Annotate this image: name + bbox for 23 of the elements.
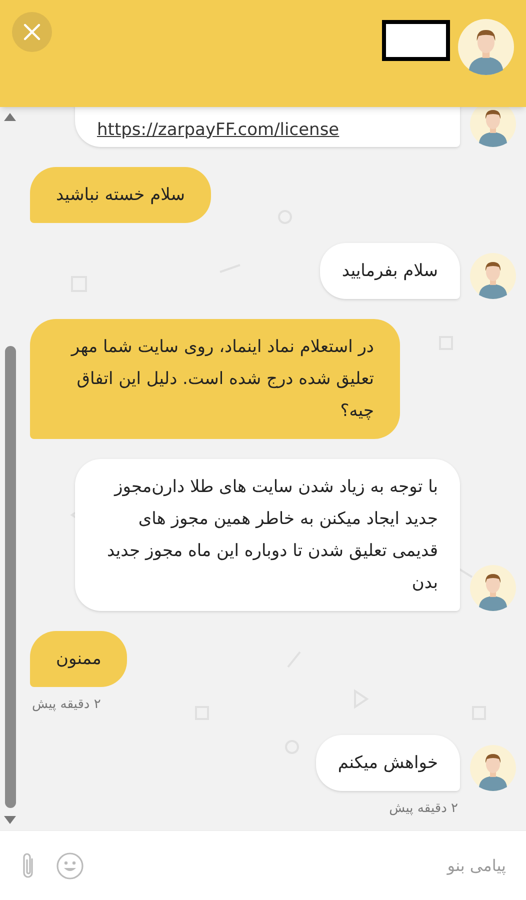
scroll-down-icon[interactable] [4, 816, 16, 824]
message-time: ۲ دقیقه پیش [31, 696, 101, 714]
smiley-icon[interactable] [56, 852, 84, 880]
agent-avatar [458, 19, 514, 75]
message-text: در استعلام نماد اینماد، روی سایت شما مهر تعلیق شده درج شده است. دلیل این اتفاق چیه؟ [30, 319, 400, 439]
scroll-up-icon[interactable] [4, 113, 16, 121]
message-time: ۲ دقیقه پیش [389, 800, 459, 818]
message-text: سلام بفرمایید [320, 243, 460, 299]
message-text: ممنون [30, 631, 128, 687]
message-text: سلام خسته نباشید [30, 167, 211, 223]
close-icon [23, 23, 41, 41]
license-link[interactable]: https://zarpayFF.com/license [97, 120, 340, 140]
agent-avatar [470, 565, 516, 611]
message-input[interactable]: پیامی بنو [104, 846, 506, 886]
message-text: خواهش میکنم [316, 734, 460, 790]
message-text: با توجه به زیاد شدن سایت های طلا دارن‌مجوز جدید ایجاد میکنن به خاطر همین مجوز های قدیمی تعلیق شدن تا دوباره این ماه مجوز جدید بدن [75, 459, 460, 611]
scrollbar-thumb[interactable] [4, 346, 16, 808]
agent-avatar [470, 253, 516, 299]
agent-avatar [470, 107, 516, 147]
paperclip-icon[interactable] [20, 850, 36, 880]
agent-avatar [470, 744, 516, 790]
close-button[interactable] [12, 12, 52, 52]
redacted-box [382, 20, 450, 61]
